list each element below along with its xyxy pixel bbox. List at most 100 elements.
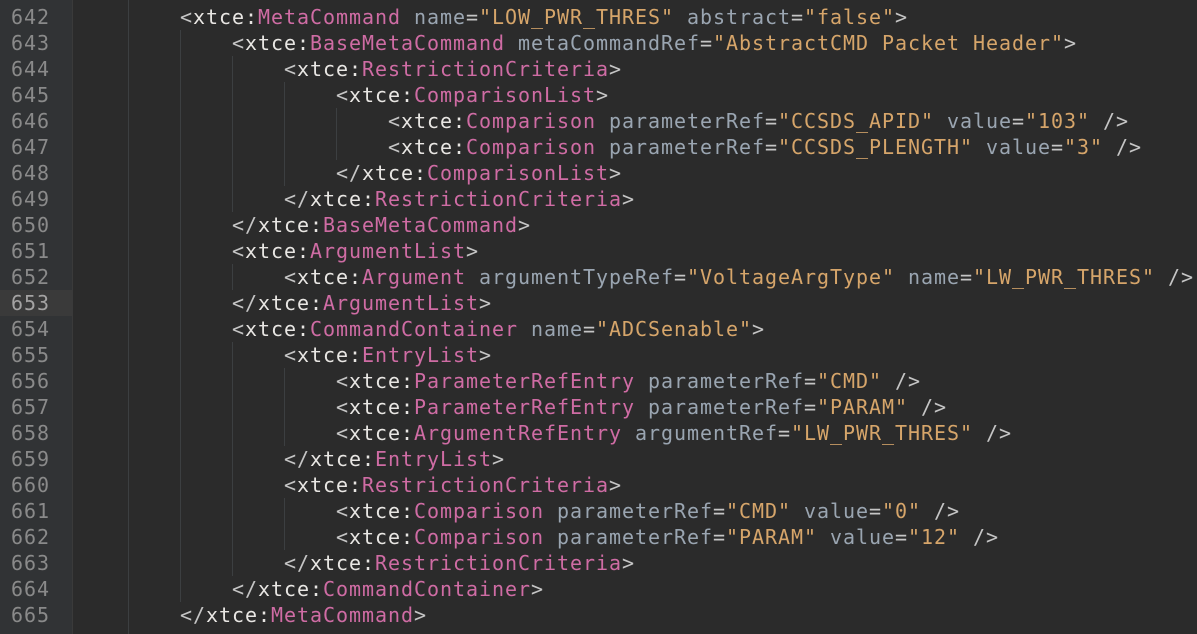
token-ns: xtce: [310,187,375,211]
line-number[interactable]: 648 [0,160,72,186]
code-text: <xtce:BaseMetaCommand metaCommandRef="Ab… [232,30,1077,56]
line-number[interactable]: 650 [0,212,72,238]
token-sp [596,109,609,133]
token-sp [635,369,648,393]
token-eq: = [713,525,726,549]
token-ns: xtce: [258,213,323,237]
code-line[interactable]: 661 <xtce:Comparison parameterRef="CMD" v… [0,498,1197,524]
code-line[interactable]: 651 <xtce:ArgumentList> [0,238,1197,264]
token-tag: Comparison [414,525,544,549]
code-line[interactable]: 643 <xtce:BaseMetaCommand metaCommandRef=… [0,30,1197,56]
token-eq: = [790,5,804,29]
line-number[interactable]: 651 [0,238,72,264]
line-number[interactable]: 654 [0,316,72,342]
line-number[interactable]: 647 [0,134,72,160]
token-ns: xtce: [297,57,362,81]
line-number[interactable]: 665 [0,602,72,628]
token-attr: metaCommandRef [517,31,700,55]
line-number[interactable]: 659 [0,446,72,472]
token-punct: </ [232,577,258,601]
token-punct: > [595,83,609,107]
token-ns: xtce: [297,265,362,289]
code-line[interactable]: 664 </xtce:CommandContainer> [0,576,1197,602]
token-eq: = [1050,135,1064,159]
line-number[interactable]: 655 [0,342,72,368]
token-punct: < [336,83,349,107]
token-tag: BaseMetaCommand [310,31,505,55]
code-text: <xtce:Comparison parameterRef="PARAM" va… [336,524,999,550]
token-sp [466,265,479,289]
line-number[interactable]: 645 [0,82,72,108]
line-number[interactable]: 657 [0,394,72,420]
code-line[interactable]: 660 <xtce:RestrictionCriteria> [0,472,1197,498]
token-punct: /> [920,395,947,419]
line-number[interactable]: 658 [0,420,72,446]
token-val: "VoltageArgType" [686,265,895,289]
token-punct: > [751,317,765,341]
code-editor[interactable]: 642 <xtce:MetaCommand name="LOW_PWR_THRES… [0,0,1197,634]
token-punct: < [336,525,349,549]
token-sp [544,499,557,523]
token-ns: xtce: [258,291,323,315]
token-punct: </ [284,551,310,575]
code-line[interactable]: 647 <xtce:Comparison parameterRef="CCSDS_… [0,134,1197,160]
token-val: "103" [1025,109,1090,133]
code-line[interactable]: 659 </xtce:EntryList> [0,446,1197,472]
token-sp [960,525,973,549]
line-number[interactable]: 643 [0,30,72,56]
line-number[interactable]: 642 [0,4,72,30]
code-line[interactable]: 656 <xtce:ParameterRefEntry parameterRef=… [0,368,1197,394]
line-number[interactable]: 652 [0,264,72,290]
token-attr: parameterRef [557,499,713,523]
code-line[interactable]: 662 <xtce:Comparison parameterRef="PARAM"… [0,524,1197,550]
code-line[interactable]: 644 <xtce:RestrictionCriteria> [0,56,1197,82]
line-number[interactable]: 660 [0,472,72,498]
token-eq: = [466,5,479,29]
token-eq: = [869,499,882,523]
token-ns: xtce: [349,83,414,107]
token-attr: value [985,135,1051,159]
code-line[interactable]: 645 <xtce:ComparisonList> [0,82,1197,108]
code-line[interactable]: 658 <xtce:ArgumentRefEntry argumentRef="L… [0,420,1197,446]
token-val: "CMD" [726,499,791,523]
line-number[interactable]: 664 [0,576,72,602]
token-punct: < [180,5,193,29]
token-punct: < [284,343,297,367]
token-punct: > [530,577,544,601]
line-number[interactable]: 663 [0,550,72,576]
code-line[interactable]: 655 <xtce:EntryList> [0,342,1197,368]
code-line[interactable]: 663 </xtce:RestrictionCriteria> [0,550,1197,576]
code-line[interactable]: 652 <xtce:Argument argumentTypeRef="Volta… [0,264,1197,290]
line-number[interactable]: 656 [0,368,72,394]
code-line[interactable]: 665 </xtce:MetaCommand> [0,602,1197,628]
token-punct: > [608,57,622,81]
code-line[interactable]: 646 <xtce:Comparison parameterRef="CCSDS_… [0,108,1197,134]
line-number[interactable]: 661 [0,498,72,524]
token-punct: < [388,109,401,133]
token-ns: xtce: [310,447,375,471]
code-line[interactable]: 650 </xtce:BaseMetaCommand> [0,212,1197,238]
line-number[interactable]: 646 [0,108,72,134]
code-text: <xtce:ArgumentList> [232,238,479,264]
line-number[interactable]: 644 [0,56,72,82]
token-punct: > [608,473,622,497]
line-number[interactable]: 662 [0,524,72,550]
code-line[interactable]: 654 <xtce:CommandContainer name="ADCSenab… [0,316,1197,342]
token-punct: /> [985,421,1012,445]
token-sp [622,421,635,445]
code-text: <xtce:Comparison parameterRef="CCSDS_PLE… [388,134,1142,160]
code-line[interactable]: 649 </xtce:RestrictionCriteria> [0,186,1197,212]
token-sp [544,525,557,549]
token-val: "PARAM" [726,525,817,549]
line-number[interactable]: 649 [0,186,72,212]
code-line[interactable]: 648 </xtce:ComparisonList> [0,160,1197,186]
token-attr: argumentTypeRef [479,265,674,289]
code-line[interactable]: 653 </xtce:ArgumentList> [0,290,1197,316]
token-punct: < [232,31,245,55]
token-ns: xtce: [349,395,414,419]
code-line[interactable]: 657 <xtce:ParameterRefEntry parameterRef=… [0,394,1197,420]
token-punct: > [492,447,505,471]
token-val: "0" [882,499,921,523]
line-number[interactable]: 653 [0,290,72,316]
code-line[interactable]: 642 <xtce:MetaCommand name="LOW_PWR_THRES… [0,4,1197,30]
